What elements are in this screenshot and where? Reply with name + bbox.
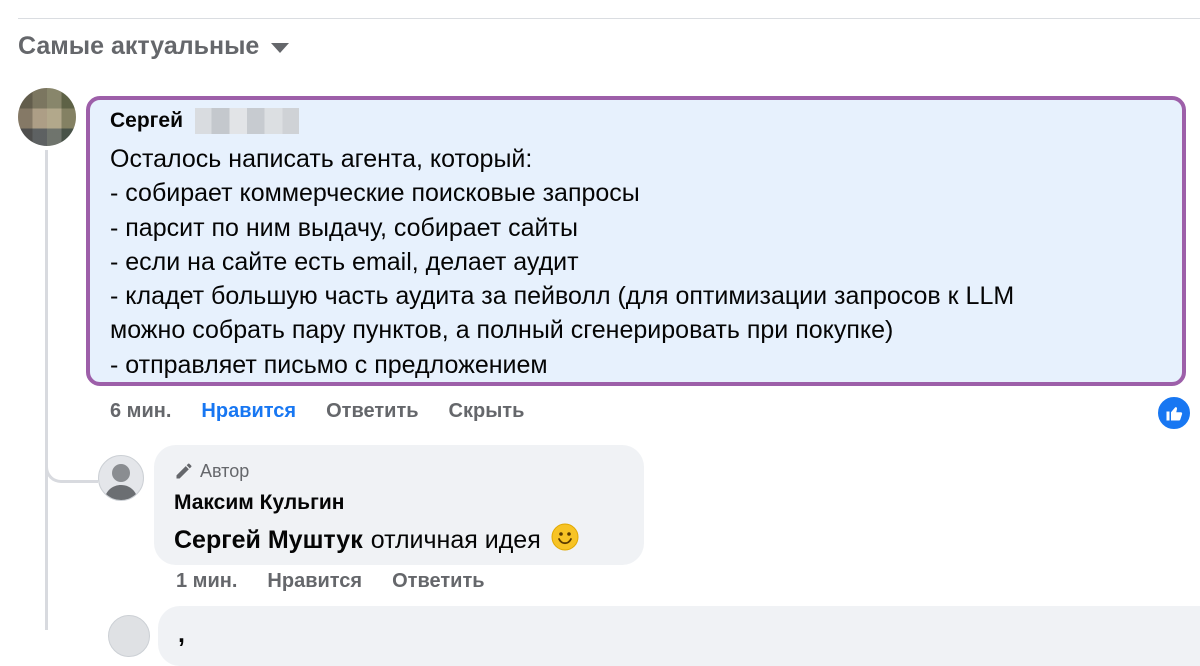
comment-actions: 6 мин. Нравится Ответить Скрыть [110,400,554,423]
partial-comment-bubble: , [158,606,1200,666]
reply-author[interactable]: Максим Кульгин [174,491,624,515]
comment-bubble: Сергей Осталось написать агента, который… [86,96,1186,386]
comment-text: Осталось написать агента, который: - соб… [110,142,1160,382]
like-button[interactable]: Нравится [201,400,296,423]
pencil-icon [176,463,192,479]
thumbs-up-icon [1166,407,1183,421]
blurred-surname [195,108,300,134]
thread-line [45,150,48,630]
smile-icon [551,523,579,551]
top-divider [18,18,1200,19]
author-badge: Автор [174,459,624,483]
reply-like-button[interactable]: Нравится [267,570,362,593]
comment-line: можно собрать пару пунктов, а полный сге… [110,316,894,345]
hide-button[interactable]: Скрыть [449,400,525,423]
comment-line: - кладет большую часть аудита за пейволл… [110,282,1015,311]
reply-button[interactable]: Ответить [326,400,418,423]
reply-text: Сергей Муштук отличная идея [174,523,624,558]
role-label: Автор [200,460,250,481]
sort-dropdown[interactable]: Самые актуальные [18,32,290,61]
comment-line: - если на сайте есть email, делает аудит [110,247,579,276]
mention-link[interactable]: Сергей Муштук [174,526,363,555]
sort-label: Самые актуальные [18,32,260,60]
comment-line: - собирает коммерческие поисковые запрос… [110,179,640,208]
person-photo [104,464,138,500]
avatar[interactable] [18,88,76,146]
reply-actions: 1 мин. Нравится Ответить [176,570,515,593]
reply-connector [45,420,98,483]
reply-reply-button[interactable]: Ответить [392,570,484,593]
comment-line: Осталось написать агента, который: [110,145,533,173]
reply-message: отличная идея [370,526,541,554]
comment-line: - парсит по ним выдачу, собирает сайты [110,213,578,242]
caret-down-icon [271,43,290,53]
partial-text: , [178,620,185,648]
comment-time[interactable]: 6 мин. [110,400,171,423]
comment-author[interactable]: Сергей [110,109,183,133]
reply-time[interactable]: 1 мин. [176,570,237,593]
avatar[interactable] [98,455,144,501]
comment-line: - отправляет письмо с предложением [110,350,548,379]
reply-bubble: Автор Максим Кульгин Сергей Муштук отлич… [154,445,644,565]
like-reaction-icon[interactable] [1156,395,1192,431]
avatar[interactable] [108,615,150,657]
smile-emoji [551,523,579,558]
